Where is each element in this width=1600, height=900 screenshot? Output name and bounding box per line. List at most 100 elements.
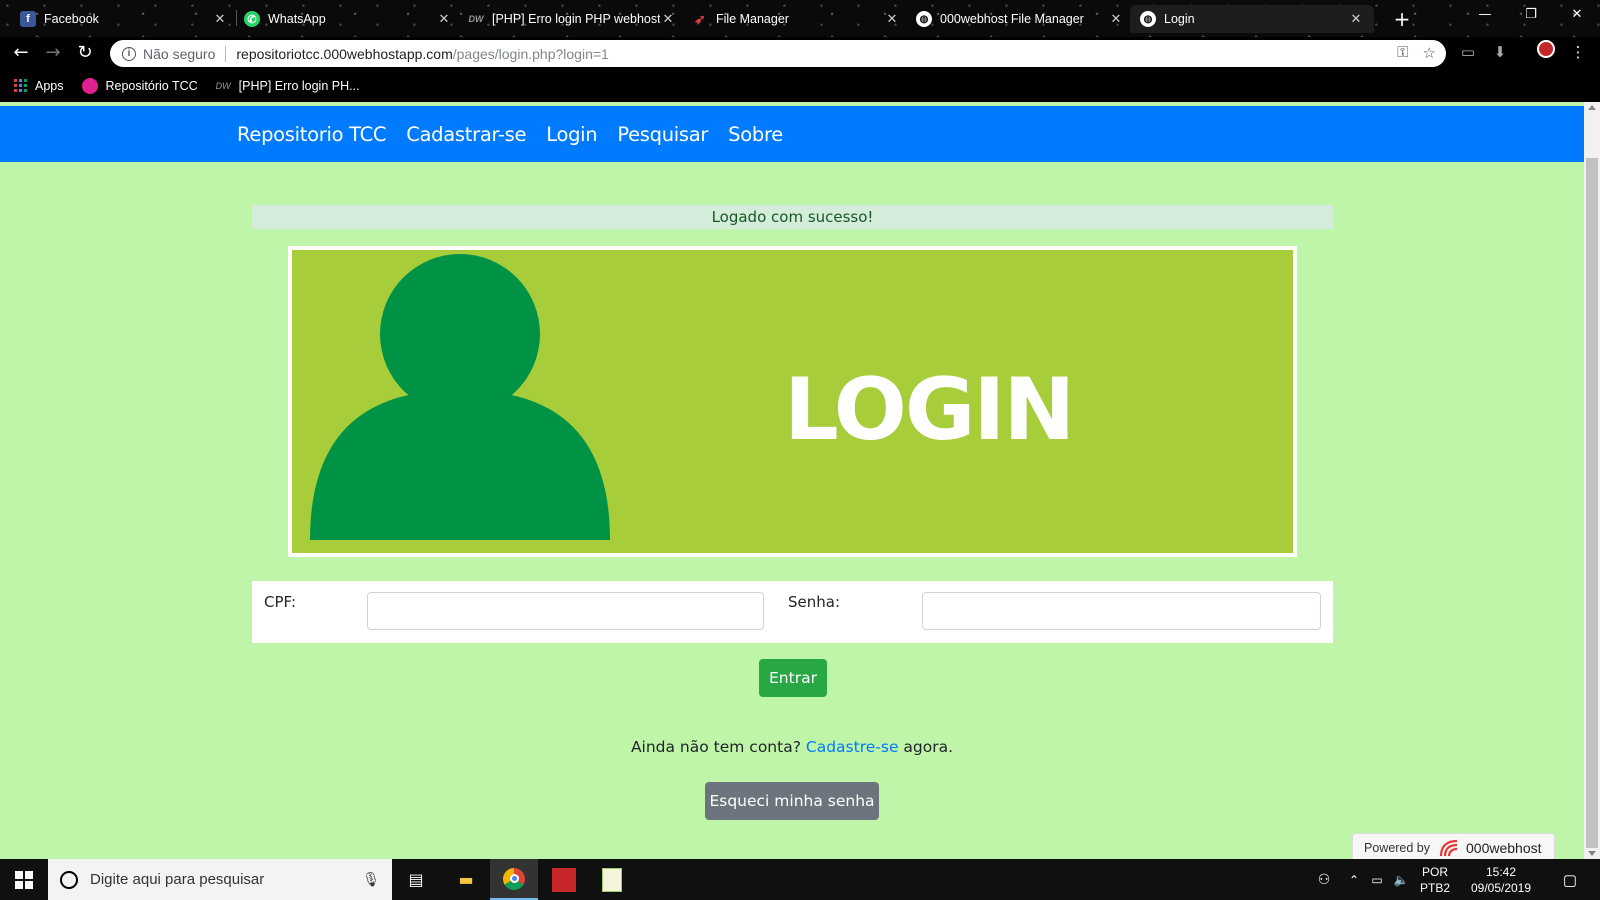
page-scrollbar[interactable]: [1584, 102, 1600, 859]
new-tab-button[interactable]: +: [1388, 5, 1416, 33]
scroll-down-icon[interactable]: [1588, 851, 1596, 856]
forward-arrow-icon[interactable]: →: [40, 40, 66, 66]
signup-prompt: Ainda não tem conta? Cadastre-se agora.: [0, 738, 1584, 756]
menu-kebab-icon[interactable]: ⋮: [1566, 40, 1590, 64]
tab-php-erro[interactable]: DW [PHP] Erro login PHP webhost ✕: [458, 5, 686, 33]
dw-icon: DW: [215, 80, 231, 91]
tab-login[interactable]: ◍ Login ✕: [1130, 5, 1374, 33]
nav-link-cadastrar[interactable]: Cadastrar-se: [406, 123, 526, 146]
banner-title: LOGIN: [784, 360, 1075, 460]
tab-close-icon[interactable]: ✕: [660, 11, 676, 27]
info-icon[interactable]: i: [122, 46, 136, 61]
senha-label: Senha:: [788, 593, 841, 611]
powered-by-badge[interactable]: Powered by 000webhost: [1352, 833, 1555, 859]
apps-grid-icon: [14, 79, 27, 92]
cortana-icon: [60, 870, 78, 889]
bookmark-label: Apps: [35, 78, 64, 93]
powered-prefix: Powered by: [1364, 841, 1431, 855]
clock[interactable]: 15:42 09/05/2019: [1468, 859, 1534, 900]
microphone-icon[interactable]: 🎙: [362, 871, 380, 888]
security-label: Não seguro: [143, 45, 216, 62]
extension-download-icon[interactable]: ⬇: [1488, 40, 1512, 64]
key-icon[interactable]: ⚿: [1397, 44, 1408, 62]
reload-icon[interactable]: ↻: [72, 40, 98, 66]
address-actions: ⚿ ☆: [1397, 44, 1436, 62]
windows-taskbar: Digite aqui para pesquisar 🎙 ▤ ▬ ⚇ ⌃ ▭ 🔈…: [0, 859, 1600, 900]
facebook-icon: f: [20, 11, 36, 27]
bookmarks-bar: Apps Repositório TCC DW [PHP] Erro login…: [0, 69, 1600, 102]
success-alert: Logado com sucesso!: [252, 205, 1333, 229]
powered-brand: 000webhost: [1466, 840, 1542, 856]
star-icon[interactable]: ☆: [1423, 44, 1436, 62]
login-banner: LOGIN: [288, 246, 1297, 557]
people-icon[interactable]: ⚇: [1306, 859, 1342, 900]
url-path: /pages/login.php?login=1: [452, 45, 609, 62]
tab-close-icon[interactable]: ✕: [884, 11, 900, 27]
lang-bottom: PTB2: [1420, 880, 1451, 895]
dw-icon: DW: [468, 14, 484, 24]
tab-whatsapp[interactable]: ✆ WhatsApp ✕: [234, 5, 462, 33]
tab-label: File Manager: [716, 12, 789, 26]
forgot-password-button[interactable]: Esqueci minha senha: [705, 782, 879, 820]
globe-icon: ◍: [916, 11, 932, 27]
extension-cast-icon[interactable]: ▭: [1456, 40, 1480, 64]
url-host: repositoriotcc.000webhostapp.com: [236, 45, 453, 62]
bookmark-site-icon: [81, 77, 98, 94]
signup-suffix: agora.: [903, 738, 954, 756]
network-icon[interactable]: ▭: [1366, 859, 1388, 900]
browser-tab-bar: f Facebook ✕ ✆ WhatsApp ✕ DW [PHP] Erro …: [0, 0, 1600, 37]
tray-chevron-icon[interactable]: ⌃: [1344, 859, 1364, 900]
chrome-icon[interactable]: [490, 859, 538, 900]
navbar-links: Repositorio TCC Cadastrar-se Login Pesqu…: [237, 106, 783, 162]
tab-file-manager[interactable]: ➶ File Manager ✕: [682, 5, 910, 33]
site-navbar: Repositorio TCC Cadastrar-se Login Pesqu…: [0, 106, 1584, 162]
taskbar-search[interactable]: Digite aqui para pesquisar 🎙: [48, 859, 392, 900]
000webhost-logo-icon: [1438, 838, 1460, 858]
file-explorer-icon[interactable]: ▬: [442, 859, 490, 900]
restore-icon[interactable]: ❐: [1508, 0, 1554, 30]
clock-time: 15:42: [1485, 864, 1517, 879]
scroll-up-icon[interactable]: [1588, 105, 1596, 110]
navbar-brand[interactable]: Repositorio TCC: [237, 123, 387, 146]
nav-link-pesquisar[interactable]: Pesquisar: [617, 123, 708, 146]
signup-prefix: Ainda não tem conta?: [630, 738, 801, 756]
tab-close-icon[interactable]: ✕: [436, 11, 452, 27]
nav-link-login[interactable]: Login: [546, 123, 597, 146]
senha-input[interactable]: [922, 592, 1321, 630]
bookmark-label: [PHP] Erro login PH...: [238, 78, 360, 93]
cpf-label: CPF:: [264, 593, 297, 611]
minimize-icon[interactable]: —: [1462, 0, 1508, 30]
tab-close-icon[interactable]: ✕: [1108, 11, 1124, 27]
profile-avatar-icon[interactable]: [1534, 40, 1558, 64]
tab-label: [PHP] Erro login PHP webhost: [492, 12, 660, 26]
signup-link[interactable]: Cadastre-se: [806, 738, 899, 756]
clock-date: 09/05/2019: [1470, 880, 1532, 895]
tab-label: Login: [1164, 12, 1195, 26]
start-button[interactable]: [0, 859, 48, 900]
bookmark-label: Repositório TCC: [105, 78, 198, 93]
entrar-button[interactable]: Entrar: [759, 659, 827, 697]
action-center-icon[interactable]: ▢: [1552, 859, 1588, 900]
tab-facebook[interactable]: f Facebook ✕: [10, 5, 238, 33]
tab-close-icon[interactable]: ✕: [1348, 11, 1364, 27]
scroll-thumb[interactable]: [1586, 158, 1598, 848]
bookmark-apps[interactable]: Apps: [14, 79, 64, 93]
back-arrow-icon[interactable]: ←: [8, 40, 34, 66]
search-placeholder: Digite aqui para pesquisar: [90, 871, 265, 888]
close-window-icon[interactable]: ✕: [1554, 0, 1600, 30]
tab-000webhost-file-manager[interactable]: ◍ 000webhost File Manager ✕: [906, 5, 1134, 33]
bookmark-php-erro[interactable]: DW [PHP] Erro login PH...: [216, 79, 360, 93]
address-bar[interactable]: i Não seguro repositoriotcc.000webhostap…: [110, 40, 1446, 67]
globe-icon: ◍: [1140, 11, 1156, 27]
tab-close-icon[interactable]: ✕: [212, 11, 228, 27]
bookmark-repositorio-tcc[interactable]: Repositório TCC: [81, 77, 198, 94]
nav-link-sobre[interactable]: Sobre: [728, 123, 783, 146]
cpf-input[interactable]: [367, 592, 764, 630]
voicemeeter-icon[interactable]: [540, 859, 588, 900]
volume-icon[interactable]: 🔈: [1390, 859, 1412, 900]
file-manager-icon: ➶: [694, 10, 706, 27]
language-indicator[interactable]: POR PTB2: [1420, 859, 1450, 900]
task-view-icon[interactable]: ▤: [392, 859, 440, 900]
notepad-plus-icon[interactable]: [588, 859, 636, 900]
login-form: CPF: Senha:: [252, 581, 1333, 643]
